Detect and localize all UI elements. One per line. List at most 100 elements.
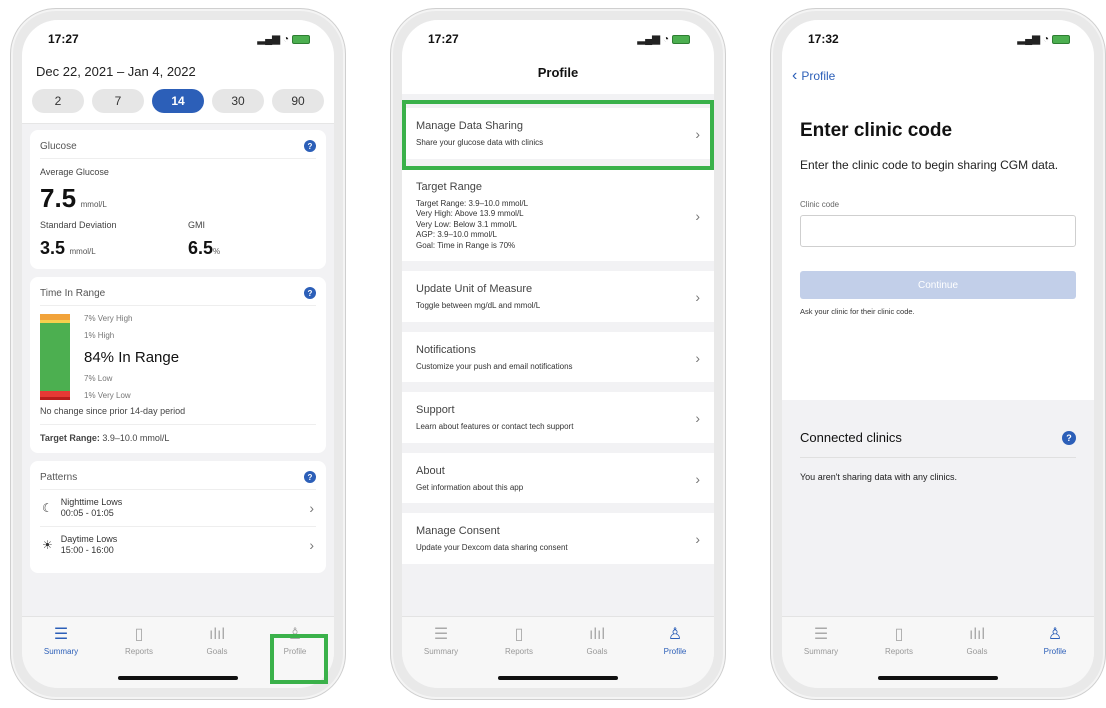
help-icon[interactable]: ? [304,287,316,299]
tab-profile[interactable]: ♙ Profile [1025,627,1085,688]
tir-chart: 7% Very High 1% High 84% In Range 7% Low… [40,314,316,401]
chevron-right-icon: › [695,410,700,427]
chevron-right-icon: › [695,207,700,224]
summary-screen: 17:27 ▂▄▆ ◔ Dec 22, 2021 – Jan 4, 2022 2 … [22,20,334,688]
status-bar: 17:27 ▂▄▆ ◔ [22,20,334,58]
help-icon[interactable]: ? [304,140,316,152]
help-icon[interactable]: ? [304,471,316,483]
profile-item-about[interactable]: About Get information about this app › [402,452,714,503]
pattern-time: 15:00 - 16:00 [60,545,114,555]
status-time: 17:27 [428,32,459,46]
period-2[interactable]: 2 [32,89,84,113]
battery-icon [672,34,690,44]
profile-item-unit-of-measure[interactable]: Update Unit of Measure Toggle between mg/… [402,271,714,322]
profile-item-manage-consent[interactable]: Manage Consent Update your Dexcom data sh… [402,513,714,564]
wifi-icon: ◔ [662,33,669,45]
tir-low: 7% Low [84,373,113,383]
pattern-nighttime-lows[interactable]: ☾ Nighttime Lows 00:05 - 01:05 › [40,490,316,527]
tab-label: Summary [803,647,839,656]
status-time: 17:32 [808,32,839,46]
manage-data-sharing-highlight [402,100,714,170]
glucose-title: Glucose [40,140,77,152]
tir-in-range: 84% In Range [84,348,180,366]
sd-stat: Standard Deviation 3.5 mmol/L [40,220,188,259]
gmi-stat: GMI 6.5% [188,220,220,259]
avg-glucose-unit: mmol/L [80,200,107,209]
wifi-icon: ◔ [282,33,289,45]
document-icon: ▯ [894,626,904,643]
system-icons: ▂▄▆ ◔ [637,34,690,45]
sd-value: 3.5 [40,238,66,258]
signal-icon: ▂▄▆ [1017,33,1040,45]
tir-very-high: 7% Very High [84,314,133,323]
chevron-right-icon: › [309,500,314,516]
avg-glucose-value: 7.5 [40,183,77,213]
profile-item-target-range[interactable]: Target Range Target Range: 3.9–10.0 mmol/… [402,168,714,261]
tir-target-value: 3.9–10.0 mmol/L [102,433,170,443]
period-selector: 2 7 14 30 90 [22,83,334,124]
tir-target-label: Target Range: [40,433,100,443]
page-title: Enter clinic code [800,120,953,141]
document-icon: ▯ [134,626,144,643]
tir-change-note: No change since prior 14-day period [40,406,316,425]
tir-segment-very-low [40,397,70,401]
tab-profile[interactable]: ♙ Profile [645,627,705,688]
list-icon: ☰ [813,626,829,643]
chevron-right-icon: › [695,531,700,548]
connected-clinics-section: Connected clinics ? You aren't sharing d… [782,400,1094,482]
profile-tab-highlight [270,634,328,684]
person-icon: ♙ [1047,626,1063,643]
item-title: Support [416,404,455,416]
chevron-left-icon: ‹ [792,67,798,84]
sd-unit: mmol/L [69,247,96,256]
tir-target: Target Range: 3.9–10.0 mmol/L [40,433,316,443]
item-desc: Learn about features or contact tech sup… [416,422,574,431]
tab-label: Reports [884,647,913,656]
tir-card-header: Time In Range ? [40,287,316,306]
signal-icon: ▂▄▆ [257,33,280,45]
tab-summary[interactable]: ☰ Summary [411,627,471,688]
item-desc: Target Range: 3.9–10.0 mmol/L Very High:… [416,198,529,250]
item-title: Target Range [416,180,483,193]
back-button[interactable]: ‹ Profile [782,58,1094,94]
glucose-stats: Standard Deviation 3.5 mmol/L GMI 6.5% [40,220,316,259]
clinic-screen: 17:32 ▂▄▆ ◔ ‹ Profile Enter clinic code E… [782,20,1094,688]
clinic-code-label: Clinic code [800,200,840,209]
tab-label: Goals [586,647,608,656]
item-desc: Update your Dexcom data sharing consent [416,543,568,552]
tab-summary[interactable]: ☰ Summary [31,627,91,688]
clinic-code-input[interactable] [800,215,1076,247]
clinic-code-hint: Ask your clinic for their clinic code. [800,307,915,316]
battery-icon [1052,34,1070,44]
item-desc: Customize your push and email notificati… [416,361,573,371]
tab-label: Goals [966,647,988,656]
profile-item-support[interactable]: Support Learn about features or contact t… [402,392,714,443]
pattern-daytime-lows[interactable]: ☀ Daytime Lows 15:00 - 16:00 › [40,527,316,563]
profile-item-notifications[interactable]: Notifications Customize your push and ema… [402,331,714,382]
help-icon[interactable]: ? [1062,430,1076,445]
status-bar: 17:32 ▂▄▆ ◔ [782,20,1094,58]
sd-label: Standard Deviation [40,220,117,230]
date-range: Dec 22, 2021 – Jan 4, 2022 [22,58,334,83]
chevron-right-icon: › [309,537,314,553]
pattern-title: Daytime Lows [60,534,118,544]
tab-summary[interactable]: ☰ Summary [791,627,851,688]
connected-clinics-empty: You aren't sharing data with any clinics… [800,472,957,482]
list-icon: ☰ [53,626,69,643]
connected-clinics-title: Connected clinics [800,430,902,445]
period-90[interactable]: 90 [272,89,324,113]
continue-button[interactable]: Continue [800,271,1076,299]
tab-label: Summary [423,647,459,656]
period-7[interactable]: 7 [92,89,144,113]
item-desc: Toggle between mg/dL and mmol/L [416,301,541,310]
period-30[interactable]: 30 [212,89,264,113]
clinic-code-section: Enter clinic code Enter the clinic code … [782,94,1094,400]
page-title: Profile [402,58,714,94]
tir-labels: 7% Very High 1% High 84% In Range 7% Low… [84,314,179,400]
gmi-unit: % [213,247,221,256]
status-time: 17:27 [48,32,79,46]
bar-chart-icon: ılıl [589,626,605,643]
period-14[interactable]: 14 [152,89,204,113]
patterns-card-header: Patterns ? [40,471,316,490]
gmi-value: 6.5 [188,238,214,258]
